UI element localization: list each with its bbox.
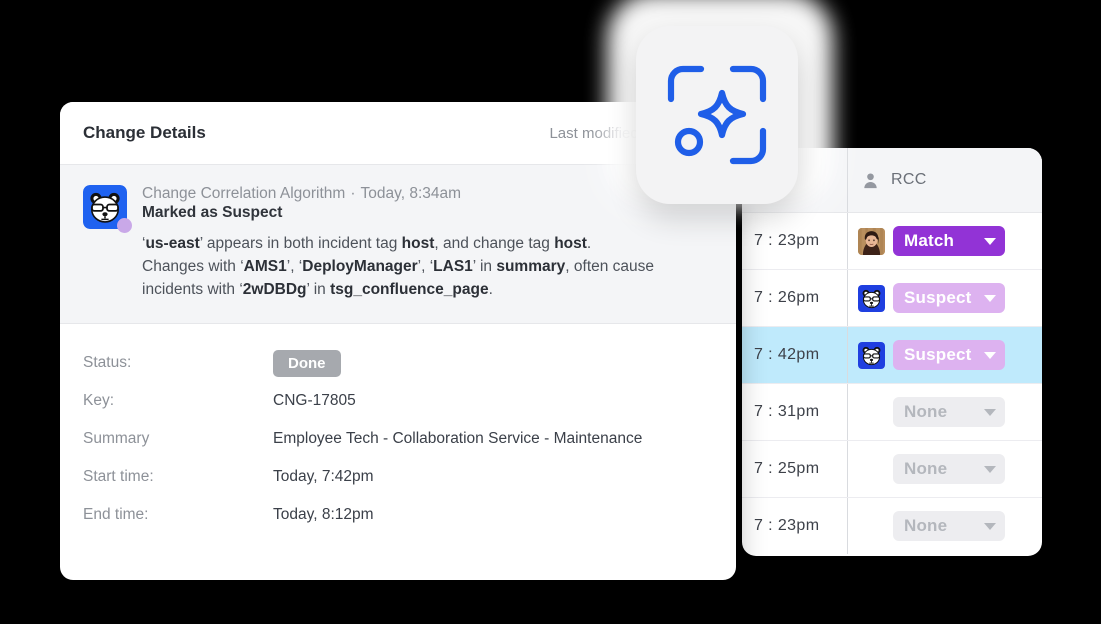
plain-text: ’ appears in both incident tag [199,235,402,252]
user-photo-avatar [858,227,885,255]
activity-line-2: Changes with ‘AMS1’, ‘DeployManager’, ‘L… [142,255,714,278]
table-row[interactable]: 7 : 25pm None [742,441,1042,498]
cell-rcc: Suspect [847,327,1042,383]
table-row[interactable]: 7 : 23pm None [742,498,1042,554]
chevron-down-icon [984,465,996,473]
column-header-rcc-label: RCC [891,171,927,188]
activity-separator: · [350,185,356,202]
detail-field-row: Start time: Today, 7:42pm [83,464,713,490]
cell-time: 7 : 25pm [754,460,820,477]
chevron-down-icon [984,408,996,416]
detail-field-row: End time: Today, 8:12pm [83,502,713,528]
changes-table-card: me RCC 7 : 23pm Match7 : 26pm Suspect7 [742,148,1042,556]
plain-text: , and change tag [434,235,555,252]
chevron-down-icon [984,522,996,530]
avatar-placeholder [858,399,885,426]
emphasis-text: us-east [145,235,200,252]
detail-field-value: Employee Tech - Collaboration Service - … [273,430,643,447]
rcc-dropdown[interactable]: None [893,397,1005,427]
chevron-down-icon [984,351,996,359]
plain-text: . [586,235,592,252]
cell-rcc: None [847,498,1042,554]
change-fields-list: Status: Done Key: CNG-17805 Summary Employee … [60,324,736,528]
page-title: Change Details [83,123,206,142]
emphasis-text: summary [496,258,566,275]
cell-time: 7 : 23pm [754,232,820,249]
chevron-down-icon [984,294,996,302]
emphasis-text: DeployManager [302,258,418,275]
detail-field-label: End time: [83,506,149,523]
bot-avatar [858,284,885,312]
emphasis-text: 2wDBDg [242,281,307,298]
detail-field-row: Key: CNG-17805 [83,388,713,414]
activity-body: Change Correlation Algorithm · Today, 8:34… [142,185,714,301]
column-header-rcc[interactable]: RCC [847,148,1042,212]
emphasis-text: AMS1 [243,258,287,275]
detail-field-label: Summary [83,430,150,447]
rcc-dropdown-label: None [904,402,948,421]
detail-field-value: CNG-17805 [273,392,356,409]
status-badge [117,218,132,233]
table-body: 7 : 23pm Match 7 : 26pm Suspect 7 : 42pm S… [742,213,1042,554]
plain-text: incidents with ‘ [142,281,243,298]
screenshot-stage: me RCC 7 : 23pm Match7 : 26pm Suspect7 [0,0,1101,624]
status-badge: Done [273,349,341,377]
rcc-dropdown-label: None [904,516,948,535]
cell-rcc: Match [847,213,1042,269]
detail-field-label: Key: [83,392,115,409]
rcc-dropdown[interactable]: None [893,511,1005,541]
cell-rcc: None [847,384,1042,440]
cell-rcc: Suspect [847,270,1042,326]
cell-time: 7 : 23pm [754,517,820,534]
emphasis-text: host [401,235,435,252]
plain-text: ’ in [306,281,331,298]
avatar-placeholder [858,456,885,483]
ai-sparkle-scan-icon [667,65,767,165]
cell-time: 7 : 26pm [754,289,820,306]
rcc-dropdown-label: Match [904,231,955,250]
table-row[interactable]: 7 : 42pm Suspect [742,327,1042,384]
table-row[interactable]: 7 : 23pm Match [742,213,1042,270]
emphasis-text: LAS1 [433,258,473,275]
detail-field-row: Status: Done [83,349,713,377]
person-icon [864,172,877,188]
avatar [83,185,132,233]
activity-line-3: incidents with ‘2wDBDg’ in tsg_confluenc… [142,278,714,301]
detail-field-row: Summary Employee Tech - Collaboration Ser… [83,426,713,452]
emphasis-text: tsg_confluence_page [330,281,489,298]
plain-text: ’, ‘ [286,258,303,275]
table-row[interactable]: 7 : 26pm Suspect [742,270,1042,327]
plain-text: . [488,281,493,298]
plain-text: , often cause [565,258,655,275]
chevron-down-icon [984,237,996,245]
bot-avatar [858,341,885,369]
detail-field-value: Today, 7:42pm [273,468,374,485]
detail-field-label: Status: [83,354,132,371]
table-row[interactable]: 7 : 31pm None [742,384,1042,441]
plain-text: ’ in [472,258,497,275]
emphasis-text: host [554,235,587,252]
ai-sparkle-scan-icon-tile[interactable] [636,26,798,204]
rcc-dropdown-label: Suspect [904,288,972,307]
rcc-dropdown-label: Suspect [904,345,972,364]
rcc-dropdown-label: None [904,459,948,478]
rcc-dropdown[interactable]: None [893,454,1005,484]
cell-time: 7 : 31pm [754,403,820,420]
avatar-placeholder [858,513,885,540]
cell-time: 7 : 42pm [754,346,820,363]
rcc-dropdown[interactable]: Suspect [893,340,1005,370]
rcc-dropdown[interactable]: Match [893,226,1005,256]
rcc-dropdown[interactable]: Suspect [893,283,1005,313]
activity-line-1: ‘us-east’ appears in both incident tag h… [142,232,714,255]
plain-text: ’, ‘ [417,258,434,275]
cell-rcc: None [847,441,1042,497]
plain-text: Changes with ‘ [142,258,244,275]
detail-field-label: Start time: [83,468,154,485]
activity-headline: Marked as Suspect [142,204,283,221]
activity-author: Change Correlation Algorithm [142,185,346,202]
activity-timestamp: Today, 8:34am [360,185,462,202]
detail-field-value: Today, 8:12pm [273,506,374,523]
